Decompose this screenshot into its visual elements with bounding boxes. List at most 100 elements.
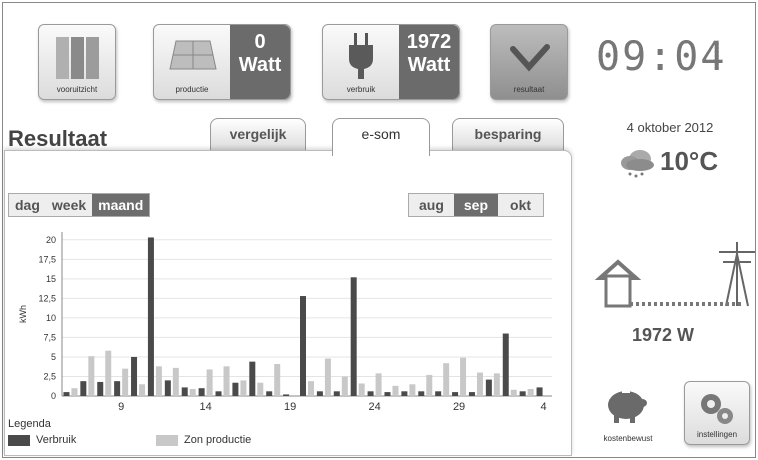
bar-verbruik	[384, 392, 391, 396]
bar-zon-productie	[358, 383, 365, 396]
piggy-bank-icon	[608, 391, 647, 423]
productie-value: 0	[254, 31, 266, 53]
bar-zon-productie	[426, 374, 433, 396]
bar-zon-productie	[460, 357, 467, 396]
bar-verbruik	[80, 381, 87, 396]
bar-verbruik	[316, 391, 323, 396]
x-tick-label: 29	[453, 401, 465, 413]
bar-verbruik	[198, 388, 205, 396]
checkmark-icon	[510, 44, 550, 72]
bar-verbruik	[435, 391, 442, 396]
month-selector: aug sep okt	[408, 193, 545, 217]
legend-zon-label: Zon productie	[184, 434, 252, 446]
bar-verbruik	[536, 387, 543, 396]
bar-zon-productie	[223, 366, 230, 396]
bar-zon-productie	[122, 368, 129, 396]
vooruitzicht-button[interactable]: vooruitzicht	[38, 24, 116, 100]
period-dag[interactable]: dag	[9, 194, 46, 216]
bar-verbruik	[215, 391, 222, 396]
month-aug[interactable]: aug	[409, 194, 454, 216]
period-selector: dag week maand	[8, 193, 151, 217]
bar-verbruik	[232, 382, 239, 396]
productie-button[interactable]: productie 0 Watt	[153, 24, 291, 100]
bar-zon-productie	[274, 363, 281, 396]
bar-verbruik	[502, 333, 509, 396]
bar-zon-productie	[240, 380, 247, 396]
bar-verbruik	[519, 391, 526, 396]
productie-unit: Watt	[238, 54, 282, 76]
bar-verbruik	[333, 391, 340, 396]
verbruik-button[interactable]: verbruik 1972 Watt	[322, 24, 460, 100]
bar-zon-productie	[105, 350, 112, 396]
legend-verbruik: Verbruik	[8, 434, 76, 446]
kostenbewust-button[interactable]: kostenbewust	[598, 383, 658, 443]
bar-verbruik	[97, 381, 104, 396]
consumption-chart: 0 2,5 5 7,5 10 12,5 15 17,5 20 kWh 9 14 19 24 29 4	[18, 232, 552, 413]
bar-zon-productie	[155, 366, 162, 396]
x-tick-label: 24	[368, 401, 380, 413]
weather-cloud-icon	[621, 150, 654, 178]
bar-verbruik	[350, 277, 357, 396]
verbruik-unit: Watt	[407, 54, 451, 76]
bar-verbruik	[283, 394, 290, 396]
legend-zon-swatch	[156, 434, 178, 446]
x-tick-label: 9	[118, 401, 124, 413]
bar-zon-productie	[510, 389, 517, 396]
tab-e-som[interactable]: e-som	[332, 118, 430, 156]
bar-verbruik	[181, 387, 188, 396]
bar-verbruik	[249, 361, 256, 396]
bar-zon-productie	[172, 367, 179, 396]
month-okt[interactable]: okt	[498, 194, 543, 216]
resultaat-label: resultaat	[513, 85, 545, 94]
legend-verbruik-swatch	[8, 434, 30, 446]
verbruik-label: verbruik	[346, 85, 376, 94]
productie-label: productie	[175, 85, 209, 94]
period-maand[interactable]: maand	[92, 194, 150, 216]
tab-besparing[interactable]: besparing	[452, 118, 564, 154]
clock: 09:04	[596, 34, 726, 80]
y-axis-label: kWh	[18, 305, 28, 323]
y-tick-label: 20	[46, 235, 56, 245]
kostenbewust-label: kostenbewust	[603, 434, 653, 443]
bar-zon-productie	[476, 372, 483, 396]
grid-connection-graphic	[594, 242, 755, 308]
vooruitzicht-icon	[56, 37, 99, 79]
bar-zon-productie	[71, 388, 78, 396]
bar-zon-productie	[308, 381, 314, 396]
weather-temperature: 10°C	[660, 146, 719, 176]
clock-time: 09:04	[596, 34, 727, 80]
verbruik-readout: 1972 Watt	[399, 25, 459, 99]
x-tick-label: 14	[199, 401, 211, 413]
vooruitzicht-label: vooruitzicht	[56, 85, 98, 94]
grid-power: 1972 W	[632, 325, 695, 345]
y-tick-label: 2,5	[43, 371, 56, 381]
bar-verbruik	[147, 237, 154, 396]
gears-icon	[701, 394, 733, 424]
bar-zon-productie	[341, 376, 348, 396]
bar-verbruik	[367, 391, 374, 396]
bar-verbruik	[418, 391, 425, 396]
plug-icon	[349, 33, 373, 79]
y-tick-label: 17,5	[38, 254, 56, 264]
bar-zon-productie	[493, 373, 500, 396]
bar-verbruik	[468, 392, 475, 396]
instellingen-button[interactable]: instellingen	[684, 381, 750, 445]
bar-zon-productie	[527, 388, 534, 396]
bar-verbruik	[300, 296, 306, 396]
resultaat-button[interactable]: resultaat	[490, 24, 568, 100]
solar-panel-icon	[169, 40, 217, 70]
verbruik-value: 1972	[406, 31, 452, 53]
bar-verbruik	[114, 381, 121, 396]
bar-verbruik	[452, 392, 459, 396]
house-icon	[594, 259, 642, 308]
month-sep[interactable]: sep	[453, 194, 499, 216]
bar-zon-productie	[206, 369, 213, 396]
y-tick-label: 7,5	[43, 332, 56, 342]
y-tick-label: 15	[46, 274, 56, 284]
page-title: Resultaat	[8, 126, 108, 151]
bar-zon-productie	[257, 382, 264, 396]
period-week[interactable]: week	[46, 194, 92, 216]
instellingen-label: instellingen	[696, 430, 738, 439]
bar-verbruik	[131, 356, 138, 396]
tab-vergelijk[interactable]: vergelijk	[210, 118, 306, 154]
